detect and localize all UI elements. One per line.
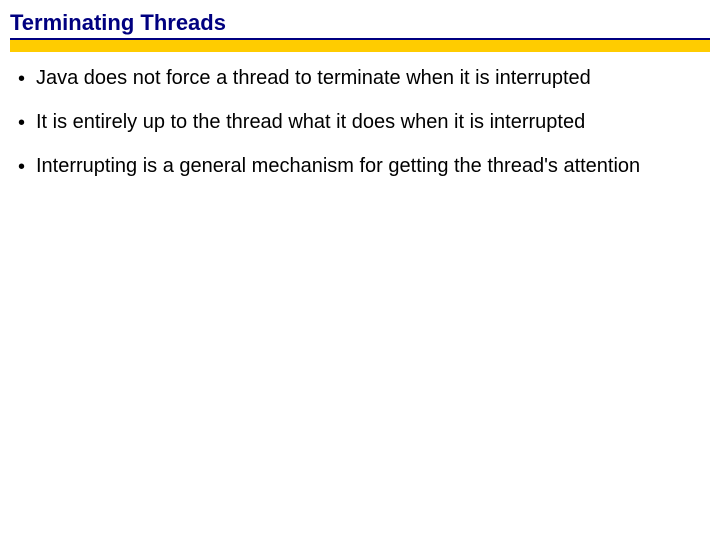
- slide-title: Terminating Threads: [10, 10, 710, 38]
- list-item: • It is entirely up to the thread what i…: [18, 110, 702, 136]
- title-region: Terminating Threads: [0, 0, 720, 52]
- bullet-icon: •: [18, 110, 36, 136]
- bullet-text: It is entirely up to the thread what it …: [36, 110, 702, 135]
- slide: Terminating Threads • Java does not forc…: [0, 0, 720, 540]
- bullet-text: Interrupting is a general mechanism for …: [36, 154, 702, 179]
- content-area: • Java does not force a thread to termin…: [0, 52, 720, 180]
- list-item: • Interrupting is a general mechanism fo…: [18, 154, 702, 180]
- bullet-icon: •: [18, 154, 36, 180]
- bullet-icon: •: [18, 66, 36, 92]
- title-underline-yellow: [10, 40, 710, 52]
- list-item: • Java does not force a thread to termin…: [18, 66, 702, 92]
- bullet-text: Java does not force a thread to terminat…: [36, 66, 702, 91]
